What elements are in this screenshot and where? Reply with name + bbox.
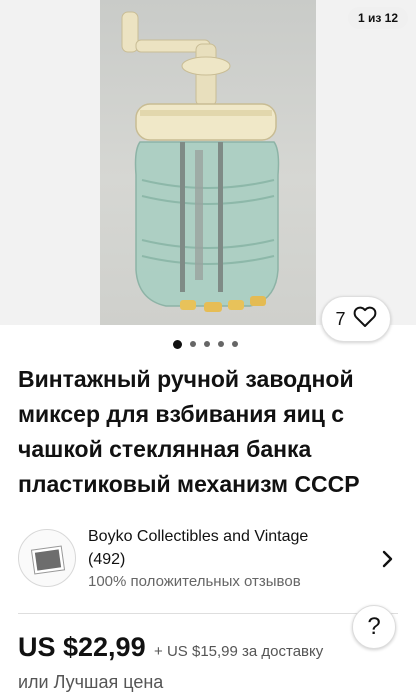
listing-title: Винтажный ручной заводной миксер для взб…	[18, 366, 360, 497]
best-offer-text: или Лучшая цена	[18, 672, 164, 692]
pagination-dot[interactable]	[232, 341, 238, 347]
seller-avatar	[18, 529, 76, 587]
gallery-pagination	[173, 338, 238, 350]
item-price: US $22,99	[18, 632, 146, 662]
heart-icon	[353, 306, 377, 333]
pagination-dot-active[interactable]	[173, 339, 182, 349]
product-photo[interactable]	[100, 0, 316, 325]
help-button[interactable]: ?	[352, 605, 396, 649]
seller-card[interactable]: Boyko Collectibles and Vintage (492) 100…	[18, 524, 402, 594]
seller-rating: (492)	[88, 551, 126, 568]
chevron-right-icon[interactable]	[380, 549, 396, 569]
image-gallery[interactable]: 1 из 12	[0, 0, 416, 325]
pagination-dot[interactable]	[218, 341, 224, 347]
watch-button[interactable]: 7	[321, 296, 391, 342]
seller-name: Boyko Collectibles and Vintage	[88, 528, 309, 545]
pagination-dot[interactable]	[204, 341, 210, 347]
egg-beater-illustration	[121, 11, 280, 312]
pagination-dot[interactable]	[190, 341, 196, 347]
shipping-cost: + US $15,99 за доставку	[154, 643, 324, 660]
price-line: US $22,99 + US $15,99 за доставку	[18, 632, 323, 663]
image-counter: 1 из 12	[347, 7, 408, 29]
watch-count: 7	[335, 308, 346, 329]
section-divider	[18, 613, 398, 614]
seller-feedback: 100% положительных отзывов	[88, 573, 301, 590]
